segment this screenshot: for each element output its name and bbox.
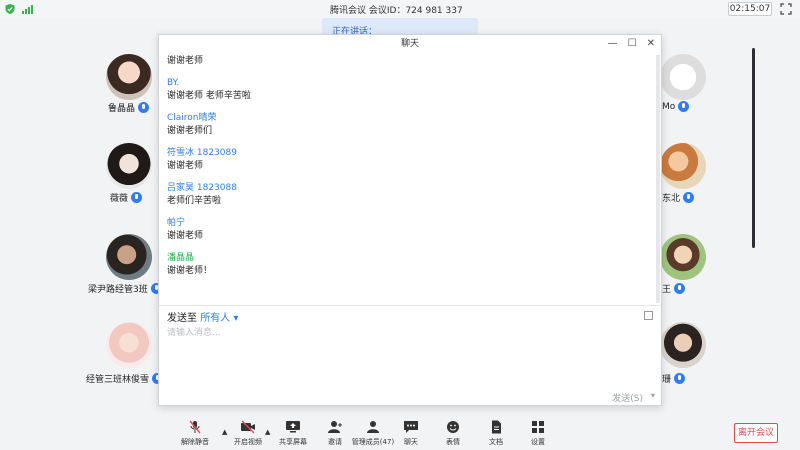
message-text: 谢谢老师！ [167, 266, 213, 276]
mic-icon [138, 102, 150, 113]
sender-name: BY. [167, 78, 180, 88]
chat-icon [404, 421, 418, 433]
participants-icon [367, 421, 379, 433]
documents-button[interactable]: 文档 [474, 420, 518, 447]
maximize-button[interactable]: ☐ [628, 35, 637, 53]
grid-settings-icon [532, 421, 544, 433]
participant-name: Mo [662, 101, 676, 112]
chevron-down-icon[interactable]: ▾ [233, 313, 238, 324]
mic-icon [131, 192, 143, 203]
chat-title: 聊天 [400, 39, 419, 49]
chat-window: 聊天 — ☐ ✕ 谢谢老师 BY. 谢谢老师 老师辛苦啦 Clairon晴荣 谢… [158, 34, 662, 406]
chat-message: BY. 谢谢老师 老师辛苦啦 [167, 77, 647, 112]
message-text: 谢谢老师们 [167, 126, 213, 136]
close-button[interactable]: ✕ [647, 35, 655, 53]
chat-scrollbar[interactable] [656, 55, 660, 303]
toolbar-label: 开启视频 [234, 438, 262, 446]
title-bar: 腾讯会议 会议ID：724 981 337 02:15:07 [0, 0, 800, 18]
send-to-recipient[interactable]: 所有人 [200, 313, 230, 324]
share-screen-icon [286, 421, 300, 433]
toolbar-label: 聊天 [404, 438, 418, 446]
avatar [660, 143, 706, 189]
emoji-button[interactable]: 表情 [431, 420, 475, 447]
toolbar-label: 表情 [446, 438, 460, 446]
fullscreen-icon[interactable] [780, 3, 792, 15]
share-screen-button[interactable]: 共享屏幕 [271, 420, 315, 447]
chat-message-list: 谢谢老师 BY. 谢谢老师 老师辛苦啦 Clairon晴荣 谢谢老师们 符雪冰 … [167, 55, 647, 305]
participant-name: 梁尹路经管3班 [88, 285, 148, 295]
settings-button[interactable]: 设置 [516, 420, 560, 447]
toolbar-label: 解除静音 [181, 438, 209, 446]
sender-name: Clairon晴荣 [167, 113, 217, 123]
message-text: 老师们辛苦啦 [167, 196, 222, 206]
avatar [106, 322, 152, 368]
unmute-button[interactable]: 解除静音 [173, 420, 217, 447]
start-video-button[interactable]: 开启视频 [226, 420, 270, 447]
participant-name: 经管三班林俊雪 [86, 375, 150, 385]
minimize-button[interactable]: — [608, 35, 618, 53]
leave-meeting-button[interactable]: 离开会议 [734, 423, 778, 443]
document-icon [492, 420, 501, 434]
file-icon[interactable] [644, 311, 653, 320]
network-signal-icon [22, 4, 34, 14]
meeting-title: 腾讯会议 会议ID：724 981 337 [330, 6, 463, 16]
chevron-down-icon[interactable]: ▾ [651, 391, 655, 400]
avatar [660, 322, 706, 368]
sender-name: 潘晶晶 [167, 253, 195, 263]
chat-button[interactable]: 聊天 [389, 420, 433, 447]
toolbar-label: 共享屏幕 [279, 438, 307, 446]
chat-message: 吕家昊 1823088 老师们辛苦啦 [167, 182, 647, 217]
message-text: 谢谢老师 [167, 231, 204, 241]
chat-message: 谢谢老师 [167, 55, 647, 77]
participant-name: 薇薇 [110, 194, 129, 204]
mic-icon [674, 373, 686, 384]
mic-icon [683, 192, 695, 203]
chat-message: 符雪冰 1823089 谢谢老师 [167, 147, 647, 182]
divider [159, 305, 661, 306]
send-to-label: 发送至 [167, 313, 197, 324]
gallery-scrollbar[interactable] [752, 48, 755, 248]
sender-name: 帕宁 [167, 218, 186, 228]
meeting-toolbar: 解除静音 ▲ 开启视频 ▲ 共享屏幕 邀请 管理成员(47) 聊天 表情 文档 … [0, 412, 800, 450]
mic-icon [678, 101, 690, 112]
chat-input[interactable] [167, 325, 647, 385]
message-text: 谢谢老师 [167, 56, 204, 66]
send-button[interactable]: 发送(S) [612, 391, 643, 404]
participant-name: 鲁晶晶 [108, 104, 136, 114]
avatar [660, 234, 706, 280]
video-off-icon [241, 420, 255, 434]
emoji-icon [447, 421, 459, 433]
toolbar-label: 文档 [489, 438, 503, 446]
shield-icon [5, 4, 15, 14]
send-to-selector[interactable]: 发送至 所有人 ▾ [167, 309, 238, 324]
toolbar-label: 设置 [531, 438, 545, 446]
participant-name: 王 [662, 285, 672, 295]
invite-icon [328, 421, 342, 433]
sender-name: 符雪冰 1823089 [167, 148, 237, 158]
participant-name: 东北 [662, 194, 681, 204]
meeting-timer: 02:15:07 [728, 2, 772, 16]
avatar [660, 54, 706, 100]
mic-muted-icon [189, 420, 201, 434]
chat-message: Clairon晴荣 谢谢老师们 [167, 112, 647, 147]
avatar [106, 234, 152, 280]
chat-message: 潘晶晶 谢谢老师！ [167, 252, 647, 287]
message-text: 谢谢老师 [167, 161, 204, 171]
chevron-up-icon[interactable]: ▲ [265, 428, 270, 436]
participant-name: 珊 [662, 375, 672, 385]
avatar [106, 54, 152, 100]
sender-name: 吕家昊 1823088 [167, 183, 237, 193]
avatar [106, 143, 152, 189]
chat-message: 帕宁 谢谢老师 [167, 217, 647, 252]
mic-icon [674, 283, 686, 294]
message-text: 谢谢老师 老师辛苦啦 [167, 91, 251, 101]
